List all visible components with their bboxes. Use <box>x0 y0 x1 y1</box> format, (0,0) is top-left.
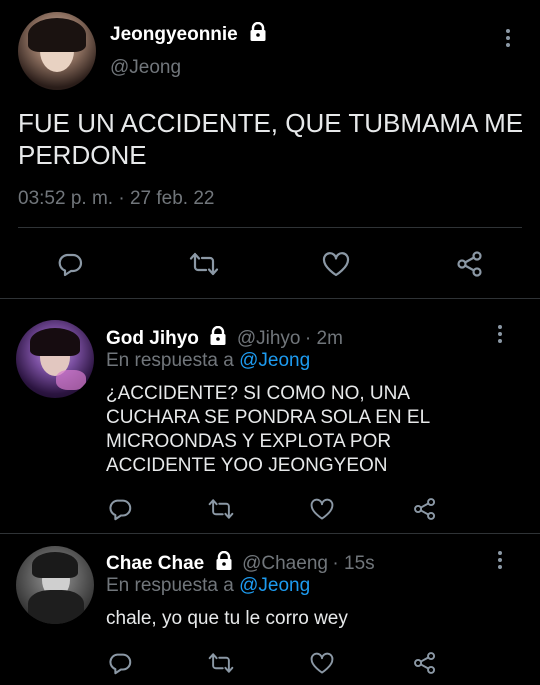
reply-display-name[interactable]: God Jihyo <box>106 328 199 349</box>
lock-icon <box>248 21 268 48</box>
main-tweet-text-line: PERDONE <box>18 140 147 170</box>
divider <box>0 298 540 299</box>
share-icon <box>414 498 436 520</box>
lock-icon <box>208 325 228 351</box>
like-button[interactable] <box>306 648 338 678</box>
more-vertical-icon[interactable] <box>490 548 510 572</box>
reply-bubble-icon <box>109 499 132 521</box>
main-handle[interactable]: @Jeong <box>110 57 181 79</box>
reply-to-link[interactable]: @Jeong <box>239 350 310 371</box>
reply-time[interactable]: · 15s <box>332 553 374 574</box>
reply-avatar[interactable] <box>16 546 94 624</box>
main-timestamp[interactable]: 03:52 p. m. · 27 feb. 22 <box>18 188 214 210</box>
reply-header: God Jihyo @Jihyo · 2m <box>106 325 343 351</box>
retweet-button[interactable] <box>205 494 237 524</box>
reply-text-line: chale, yo que tu le corro wey <box>106 608 348 629</box>
reply-text: chale, yo que tu le corro wey <box>106 607 526 631</box>
retweet-button[interactable] <box>205 648 237 678</box>
reply-bubble-icon <box>109 653 132 675</box>
share-button[interactable] <box>409 494 441 524</box>
more-vertical-icon[interactable] <box>498 26 518 50</box>
share-icon <box>457 251 482 277</box>
main-avatar[interactable] <box>18 12 96 90</box>
reply-to-prefix: En respuesta a <box>106 575 234 596</box>
share-button[interactable] <box>452 248 488 280</box>
reply-bubble-icon <box>58 253 83 277</box>
retweet-icon <box>208 653 234 673</box>
reply-to-link[interactable]: @Jeong <box>239 575 310 596</box>
reply-to-line: En respuesta a @Jeong <box>106 350 310 372</box>
like-button[interactable] <box>318 248 354 280</box>
retweet-button[interactable] <box>186 248 222 280</box>
like-button[interactable] <box>306 494 338 524</box>
retweet-icon <box>208 499 234 519</box>
reply-text-line: MICROONDAS Y EXPLOTA POR <box>106 431 392 452</box>
reply-button[interactable] <box>52 248 88 280</box>
reply-handle[interactable]: @Chaeng <box>242 553 328 574</box>
reply-button[interactable] <box>104 494 136 524</box>
reply-text-line: CUCHARA SE PONDRA SOLA EN EL <box>106 407 431 428</box>
reply-display-name[interactable]: Chae Chae <box>106 553 204 574</box>
main-tweet-text-line: FUE UN ACCIDENTE, QUE TUBMAMA ME <box>18 108 524 138</box>
divider <box>0 533 540 534</box>
heart-icon <box>310 498 334 520</box>
more-vertical-icon[interactable] <box>490 322 510 346</box>
retweet-icon <box>189 252 219 276</box>
lock-icon <box>214 550 234 576</box>
reply-time[interactable]: · 2m <box>305 328 343 349</box>
reply-text-line: ACCIDENTE YOO JEONGYEON <box>106 455 388 476</box>
heart-icon <box>310 652 334 674</box>
main-tweet-text: FUE UN ACCIDENTE, QUE TUBMAMA ME PERDONE <box>18 107 528 171</box>
reply-header: Chae Chae @Chaeng · 15s <box>106 550 375 576</box>
divider <box>18 227 522 228</box>
reply-text: ¿ACCIDENTE? SI COMO NO, UNA CUCHARA SE P… <box>106 382 526 478</box>
reply-to-prefix: En respuesta a <box>106 350 234 371</box>
reply-button[interactable] <box>104 648 136 678</box>
share-icon <box>414 652 436 674</box>
main-display-name[interactable]: Jeongyeonnie <box>110 21 268 48</box>
reply-handle[interactable]: @Jihyo <box>237 328 301 349</box>
reply-text-line: ¿ACCIDENTE? SI COMO NO, UNA <box>106 383 411 404</box>
share-button[interactable] <box>409 648 441 678</box>
reply-to-line: En respuesta a @Jeong <box>106 575 310 597</box>
heart-icon <box>322 252 350 277</box>
reply-avatar[interactable] <box>16 320 94 398</box>
main-display-name-text: Jeongyeonnie <box>110 24 238 45</box>
